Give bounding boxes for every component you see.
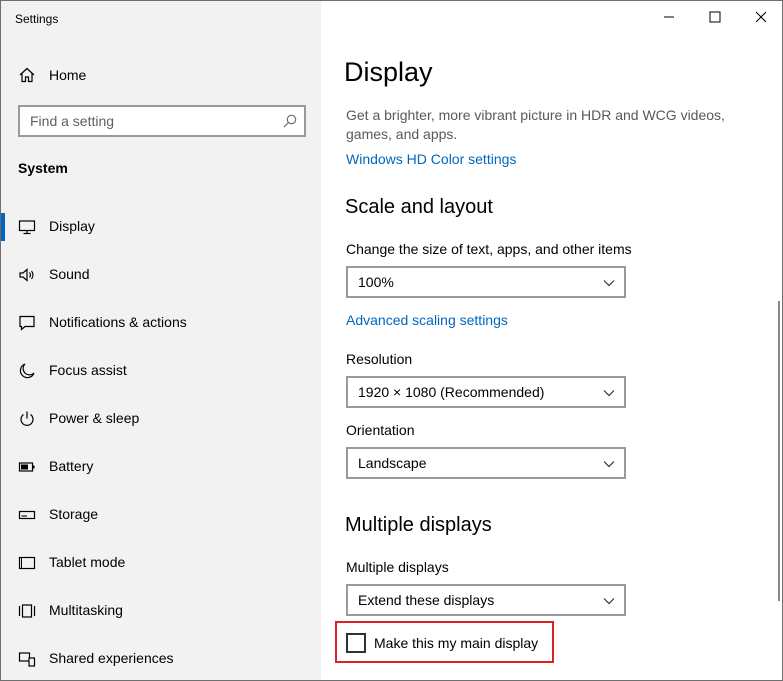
chevron-down-icon bbox=[603, 598, 615, 605]
page-title: Display bbox=[344, 57, 433, 87]
scale-value: 100% bbox=[358, 274, 394, 290]
sidebar: Settings Home System Display bbox=[1, 1, 321, 680]
sidebar-item-battery[interactable]: Battery bbox=[1, 449, 321, 485]
hdr-color-settings-link[interactable]: Windows HD Color settings bbox=[346, 151, 516, 167]
sidebar-item-label: Tablet mode bbox=[49, 554, 126, 570]
multitasking-icon bbox=[18, 604, 36, 618]
chevron-down-icon bbox=[603, 390, 615, 397]
sidebar-item-label: Notifications & actions bbox=[49, 314, 187, 330]
scale-label: Change the size of text, apps, and other… bbox=[346, 241, 632, 257]
hdr-description: Get a brighter, more vibrant picture in … bbox=[346, 107, 725, 142]
tablet-icon bbox=[18, 556, 36, 570]
main-content: Display Get a brighter, more vibrant pic… bbox=[321, 1, 782, 680]
orientation-label: Orientation bbox=[346, 422, 415, 438]
sidebar-item-notifications[interactable]: Notifications & actions bbox=[1, 305, 321, 341]
orientation-value: Landscape bbox=[358, 455, 427, 471]
shared-experiences-icon bbox=[18, 652, 36, 667]
sidebar-item-label: Shared experiences bbox=[49, 650, 174, 666]
sidebar-item-power-sleep[interactable]: Power & sleep bbox=[1, 401, 321, 437]
speaker-icon bbox=[19, 268, 34, 282]
resolution-dropdown[interactable]: 1920 × 1080 (Recommended) bbox=[346, 376, 626, 408]
multiple-displays-label: Multiple displays bbox=[346, 559, 449, 575]
main-display-checkbox[interactable] bbox=[346, 633, 366, 653]
sidebar-item-label: Storage bbox=[49, 506, 99, 522]
sidebar-item-label: Display bbox=[49, 218, 95, 234]
sidebar-item-label: Sound bbox=[49, 266, 90, 282]
sidebar-item-storage[interactable]: Storage bbox=[1, 497, 321, 533]
multiple-displays-dropdown[interactable]: Extend these displays bbox=[346, 584, 626, 616]
monitor-icon bbox=[18, 220, 36, 235]
sidebar-item-label: Power & sleep bbox=[49, 410, 140, 426]
search-box[interactable] bbox=[18, 105, 306, 137]
sidebar-item-shared-experiences[interactable]: Shared experiences bbox=[1, 641, 321, 677]
power-icon bbox=[20, 411, 34, 426]
sidebar-home[interactable]: Home bbox=[1, 59, 321, 91]
search-input[interactable] bbox=[20, 107, 272, 135]
active-indicator bbox=[1, 213, 5, 241]
sidebar-item-label: Focus assist bbox=[49, 362, 127, 378]
multiple-displays-heading: Multiple displays bbox=[345, 514, 492, 536]
scale-layout-heading: Scale and layout bbox=[345, 196, 493, 218]
sidebar-item-display[interactable]: Display bbox=[1, 209, 321, 245]
home-icon bbox=[19, 67, 35, 83]
scrollbar[interactable] bbox=[778, 301, 780, 601]
advanced-scaling-link[interactable]: Advanced scaling settings bbox=[346, 312, 508, 328]
chevron-down-icon bbox=[603, 461, 615, 468]
sidebar-item-sound[interactable]: Sound bbox=[1, 257, 321, 293]
sidebar-item-label: Battery bbox=[49, 458, 94, 474]
search-icon bbox=[283, 114, 297, 128]
sidebar-item-multitasking[interactable]: Multitasking bbox=[1, 593, 321, 629]
sidebar-home-label: Home bbox=[49, 67, 87, 83]
resolution-label: Resolution bbox=[346, 351, 413, 367]
settings-window: Settings Home System Display bbox=[0, 0, 783, 681]
chevron-down-icon bbox=[603, 280, 615, 287]
storage-icon bbox=[18, 510, 36, 520]
battery-icon bbox=[18, 462, 35, 472]
resolution-value: 1920 × 1080 (Recommended) bbox=[358, 384, 545, 400]
main-display-checkbox-label[interactable]: Make this my main display bbox=[374, 635, 538, 651]
orientation-dropdown[interactable]: Landscape bbox=[346, 447, 626, 479]
notification-icon bbox=[19, 315, 35, 331]
moon-icon bbox=[19, 363, 35, 379]
sidebar-item-focus-assist[interactable]: Focus assist bbox=[1, 353, 321, 389]
sidebar-item-tablet-mode[interactable]: Tablet mode bbox=[1, 545, 321, 581]
multiple-displays-value: Extend these displays bbox=[358, 592, 495, 608]
sidebar-item-label: Multitasking bbox=[49, 602, 123, 618]
app-title: Settings bbox=[15, 12, 59, 26]
scale-dropdown[interactable]: 100% bbox=[346, 266, 626, 298]
section-label-system: System bbox=[18, 160, 68, 176]
